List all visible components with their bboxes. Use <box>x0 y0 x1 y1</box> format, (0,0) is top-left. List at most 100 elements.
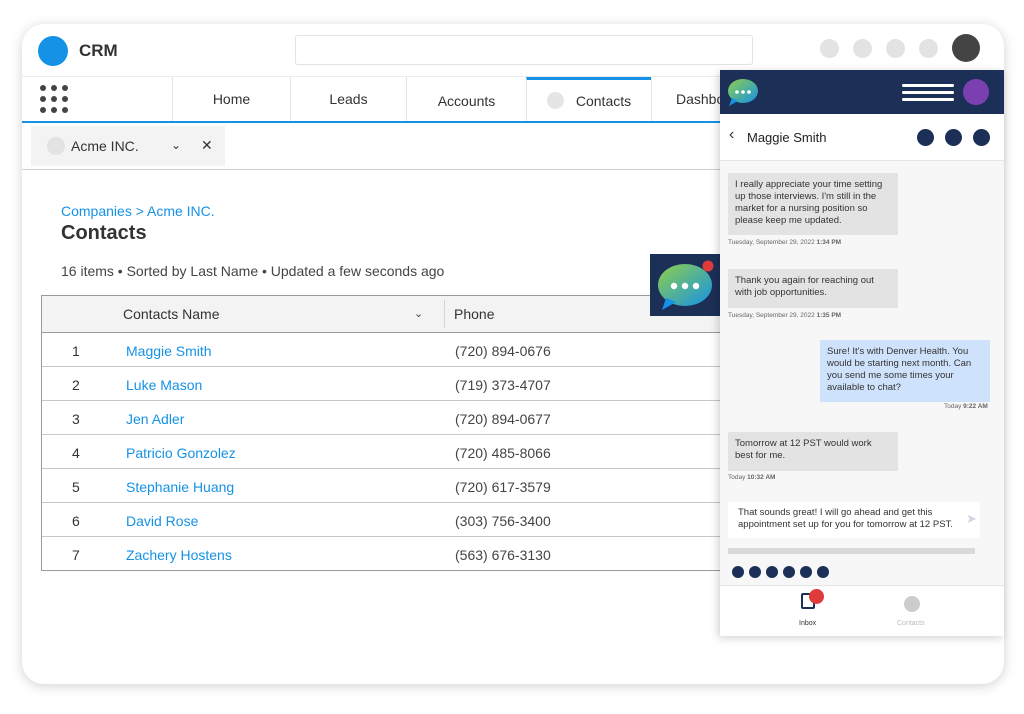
quick-action-4[interactable] <box>783 566 795 578</box>
tab-label: Contacts <box>575 92 632 109</box>
table-header: Contacts Name ⌄ Phone <box>42 296 742 333</box>
tab-contacts-icon <box>546 92 564 109</box>
tab-accounts[interactable]: Accounts <box>406 77 526 121</box>
contact-phone: (720) 894-0677 <box>455 411 551 427</box>
inbox-tab-label[interactable]: Inbox <box>799 620 816 627</box>
chat-logo-icon <box>728 79 758 106</box>
table-row[interactable]: 6 David Rose (303) 756-3400 <box>42 503 742 537</box>
quick-actions <box>732 566 829 578</box>
contact-name-link[interactable]: David Rose <box>126 513 198 529</box>
row-number: 4 <box>72 445 80 461</box>
quick-action-1[interactable] <box>732 566 744 578</box>
conversation-contact-name: Maggie Smith <box>747 130 827 145</box>
message-composer-input[interactable]: That sounds great! I will go ahead and g… <box>728 502 980 538</box>
message-bubble-incoming: Tomorrow at 12 PST would work best for m… <box>728 432 898 471</box>
contact-phone: (303) 756-3400 <box>455 513 551 529</box>
subtab-label: Acme INC. <box>71 138 139 154</box>
row-number: 1 <box>72 343 80 359</box>
row-number: 5 <box>72 479 80 495</box>
conversation-action-1[interactable] <box>917 129 934 146</box>
chevron-down-icon[interactable]: ⌄ <box>414 307 423 320</box>
subtab-acme[interactable]: Acme INC. ⌄ ✕ <box>31 126 225 166</box>
contact-phone: (563) 676-3130 <box>455 547 551 563</box>
timestamp-date: Tuesday, September 29, 2022 <box>728 239 817 246</box>
quick-action-6[interactable] <box>817 566 829 578</box>
message-timestamp: Today 9:22 AM <box>944 403 988 410</box>
chat-launcher-button[interactable] <box>650 254 722 316</box>
contact-name-link[interactable]: Luke Mason <box>126 377 202 393</box>
tab-leads[interactable]: Leads <box>290 77 406 121</box>
chat-footer-nav: Inbox Contacts <box>720 585 1004 636</box>
header-action-4[interactable] <box>919 39 938 58</box>
timestamp-date: Tuesday, September 29, 2022 <box>728 312 817 319</box>
top-header: CRM <box>22 24 1004 76</box>
menu-icon[interactable] <box>902 84 954 105</box>
contact-phone: (720) 485-8066 <box>455 445 551 461</box>
contact-phone: (720) 617-3579 <box>455 479 551 495</box>
tab-label: Home <box>212 91 251 107</box>
inbox-badge <box>809 589 824 604</box>
row-number: 3 <box>72 411 80 427</box>
contacts-tab-label[interactable]: Contacts <box>897 620 925 627</box>
table-row[interactable]: 3 Jen Adler (720) 894-0677 <box>42 401 742 435</box>
breadcrumb[interactable]: Companies > Acme INC. <box>61 203 215 219</box>
chat-panel: ‹ Maggie Smith I really appreciate your … <box>720 70 1004 636</box>
message-bubble-incoming: Thank you again for reaching out with jo… <box>728 269 898 308</box>
table-row[interactable]: 7 Zachery Hostens (563) 676-3130 <box>42 537 742 571</box>
contact-name-link[interactable]: Patricio Gonzolez <box>126 445 236 461</box>
page-title: Contacts <box>61 222 147 244</box>
tab-label: Leads <box>329 91 368 107</box>
quick-action-3[interactable] <box>766 566 778 578</box>
quick-action-2[interactable] <box>749 566 761 578</box>
back-icon[interactable]: ‹ <box>729 126 734 144</box>
contact-name-link[interactable]: Maggie Smith <box>126 343 212 359</box>
user-avatar[interactable] <box>952 34 980 62</box>
message-timestamp: Today 10:32 AM <box>728 474 775 481</box>
column-header-phone[interactable]: Phone <box>454 306 494 322</box>
timestamp-time: 1:35 PM <box>816 312 842 319</box>
chat-bubble-icon <box>658 260 714 310</box>
timestamp-time: 1:34 PM <box>816 239 842 246</box>
table-row[interactable]: 4 Patricio Gonzolez (720) 485-8066 <box>42 435 742 469</box>
message-timestamp: Tuesday, September 29, 2022 1:35 PM <box>728 312 841 319</box>
conversation-header: ‹ Maggie Smith <box>720 114 1004 161</box>
tab-label: Accounts <box>437 93 496 109</box>
header-action-2[interactable] <box>853 39 872 58</box>
send-icon[interactable]: ➤ <box>966 511 977 527</box>
app-title: CRM <box>79 41 118 60</box>
timestamp-time: 9:22 AM <box>963 403 988 410</box>
global-search-input[interactable] <box>295 35 753 65</box>
row-number: 7 <box>72 547 80 563</box>
timestamp-time: 10:32 AM <box>747 474 776 481</box>
contact-phone: (719) 373-4707 <box>455 377 551 393</box>
contact-name-link[interactable]: Zachery Hostens <box>126 547 232 563</box>
column-divider <box>444 300 445 328</box>
contacts-table: Contacts Name ⌄ Phone 1 Maggie Smith (720)… <box>41 295 742 571</box>
table-row[interactable]: 1 Maggie Smith (720) 894-0676 <box>42 333 742 367</box>
header-action-3[interactable] <box>886 39 905 58</box>
chevron-down-icon[interactable]: ⌄ <box>171 138 181 152</box>
close-icon[interactable]: ✕ <box>201 137 213 154</box>
message-timestamp: Tuesday, September 29, 2022 1:34 PM <box>728 239 841 246</box>
contact-phone: (720) 894-0676 <box>455 343 551 359</box>
contacts-icon[interactable] <box>904 596 920 612</box>
row-number: 6 <box>72 513 80 529</box>
quick-action-5[interactable] <box>800 566 812 578</box>
column-header-name[interactable]: Contacts Name <box>123 306 219 322</box>
tab-label: Dashbo <box>676 91 725 107</box>
tab-home[interactable]: Home <box>172 77 290 121</box>
tab-contacts[interactable]: Contacts <box>526 77 651 121</box>
table-row[interactable]: 5 Stephanie Huang (720) 617-3579 <box>42 469 742 503</box>
header-action-1[interactable] <box>820 39 839 58</box>
record-icon <box>47 137 65 155</box>
conversation-action-2[interactable] <box>945 129 962 146</box>
apps-grid-icon[interactable] <box>40 85 68 113</box>
contact-name-link[interactable]: Jen Adler <box>126 411 184 427</box>
composer-divider <box>728 548 975 554</box>
table-row[interactable]: 2 Luke Mason (719) 373-4707 <box>42 367 742 401</box>
conversation-action-3[interactable] <box>973 129 990 146</box>
list-summary: 16 items • Sorted by Last Name • Updated… <box>61 263 445 279</box>
contact-name-link[interactable]: Stephanie Huang <box>126 479 234 495</box>
message-bubble-outgoing: Sure! It's with Denver Health. You would… <box>820 340 990 402</box>
chat-user-avatar[interactable] <box>963 79 989 105</box>
